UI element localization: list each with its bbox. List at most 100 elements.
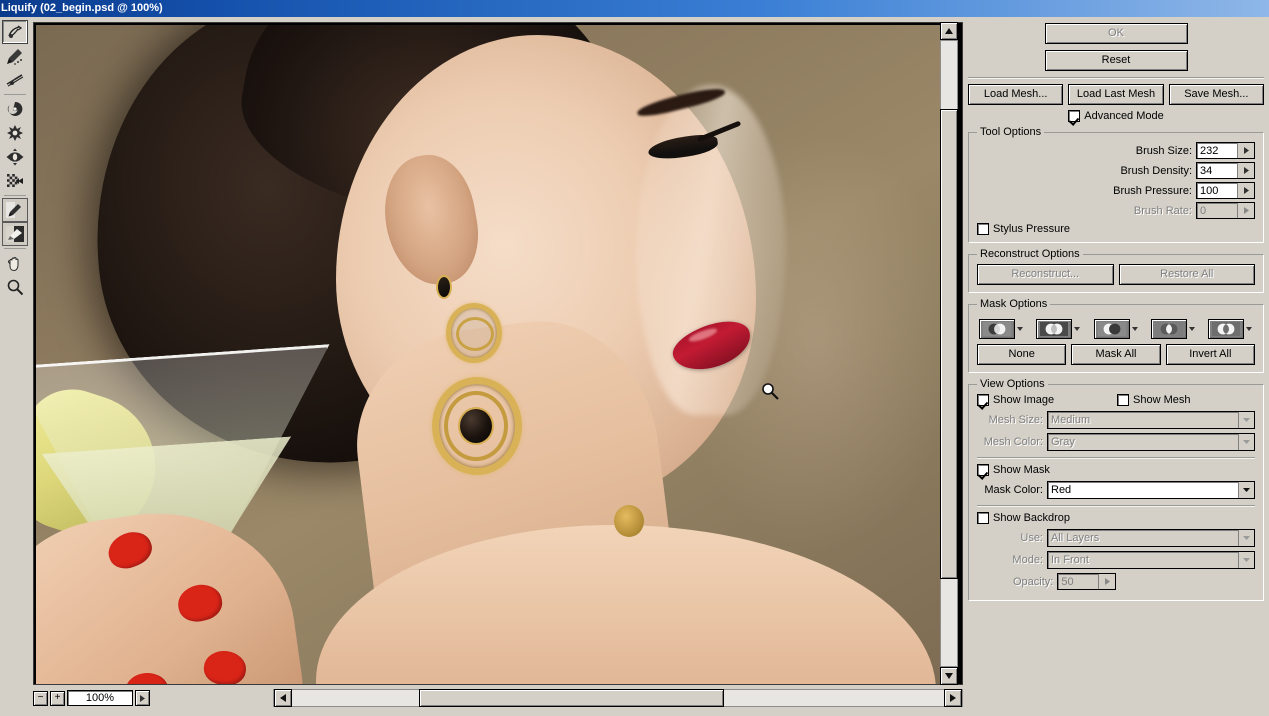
scroll-down-button[interactable]: [940, 667, 958, 685]
backdrop-mode-label: Mode:: [1012, 554, 1043, 566]
reconstruct-tool[interactable]: [2, 44, 28, 68]
caret-right-icon: [1243, 147, 1249, 154]
chevron-down-icon[interactable]: [1131, 325, 1139, 333]
show-mesh-checkbox[interactable]: [1117, 394, 1129, 406]
mask-all-button[interactable]: Mask All: [1071, 344, 1161, 365]
liquify-preview-image: [36, 25, 944, 684]
load-last-mesh-button[interactable]: Load Last Mesh: [1068, 84, 1164, 105]
mesh-buttons-row: Load Mesh... Load Last Mesh Save Mesh...: [968, 84, 1264, 105]
chevron-down-icon[interactable]: [1188, 325, 1196, 333]
load-mesh-button[interactable]: Load Mesh...: [968, 84, 1064, 105]
mask-color-dropdown[interactable]: Red: [1047, 481, 1255, 499]
zoom-level-value[interactable]: 100%: [67, 690, 133, 706]
brush-density-spinner[interactable]: [1196, 162, 1255, 179]
backdrop-use-row: Use: All Layers: [977, 529, 1255, 547]
thaw-mask-tool[interactable]: [2, 222, 28, 246]
mask-add-to-selection-item[interactable]: [1036, 319, 1081, 339]
brush-size-spinner[interactable]: [1196, 142, 1255, 159]
chevron-down-icon[interactable]: [1245, 325, 1253, 333]
caret-right-icon: [1243, 167, 1249, 174]
show-image-checkbox[interactable]: [977, 394, 989, 406]
advanced-mode-row[interactable]: Advanced Mode: [968, 110, 1264, 122]
reset-button[interactable]: Reset: [1044, 50, 1188, 71]
scroll-left-button[interactable]: [274, 689, 292, 707]
twirl-smooth-tool[interactable]: [2, 68, 28, 92]
horizontal-scroll-thumb[interactable]: [419, 689, 724, 707]
push-left-icon: [7, 174, 23, 187]
chevron-down-icon: [1238, 412, 1254, 428]
zoom-tool[interactable]: [2, 275, 28, 299]
show-mask-checkbox[interactable]: [977, 464, 989, 476]
freeze-mask-tool[interactable]: [2, 198, 28, 222]
brush-density-arrow-button[interactable]: [1237, 163, 1254, 178]
mask-invert-selection-button[interactable]: [1208, 319, 1244, 339]
mask-subtract-from-selection-button[interactable]: [1093, 319, 1130, 339]
mask-invert-all-label: Invert All: [1189, 348, 1232, 360]
mask-add-to-selection-button[interactable]: [1036, 319, 1073, 339]
photo-earring-ring-upper-inner: [456, 317, 494, 351]
scroll-up-button[interactable]: [940, 22, 958, 40]
bloat-icon: [6, 148, 24, 166]
save-mesh-button[interactable]: Save Mesh...: [1168, 84, 1264, 105]
horizontal-scroll-track[interactable]: [273, 689, 963, 707]
hand-tool[interactable]: [2, 251, 28, 275]
chevron-down-icon[interactable]: [1238, 482, 1254, 498]
brush-density-input[interactable]: [1197, 163, 1237, 178]
photo-second-earring: [614, 505, 644, 537]
show-image-row[interactable]: Show Image: [977, 394, 1117, 406]
chevron-down-icon[interactable]: [1016, 325, 1024, 333]
caret-left-icon: [280, 694, 286, 702]
caret-right-icon: [140, 694, 145, 702]
brush-size-arrow-button[interactable]: [1237, 143, 1254, 158]
mask-intersect-with-selection-item[interactable]: [1150, 319, 1196, 339]
twirl-clockwise-tool[interactable]: [2, 97, 28, 121]
backdrop-opacity-input: [1058, 574, 1099, 589]
show-mask-row[interactable]: Show Mask: [977, 464, 1255, 476]
scroll-right-button[interactable]: [944, 689, 962, 707]
reset-label: Reset: [1101, 54, 1131, 66]
advanced-mode-checkbox[interactable]: [1068, 110, 1081, 122]
mask-none-button[interactable]: None: [977, 344, 1067, 365]
restore-all-button[interactable]: Restore All: [1118, 264, 1255, 285]
brush-pressure-input[interactable]: [1197, 183, 1237, 198]
mesh-color-value: Gray: [1051, 436, 1075, 448]
canvas-vertical-scrollbar[interactable]: [940, 22, 958, 685]
zoom-out-button[interactable]: −: [33, 690, 48, 706]
mask-replace-selection-item[interactable]: [979, 319, 1024, 339]
reconstruct-brush-icon: [7, 49, 22, 65]
pucker-tool[interactable]: [2, 121, 28, 145]
dialog-work-area: − + 100% OK Reset Load Mesh... Load Last…: [0, 17, 1269, 716]
mask-invert-selection-item[interactable]: [1208, 319, 1253, 339]
backdrop-use-value: All Layers: [1051, 532, 1100, 544]
brush-size-input[interactable]: [1197, 143, 1237, 158]
push-left-tool[interactable]: [2, 169, 28, 193]
brush-pressure-spinner[interactable]: [1196, 182, 1255, 199]
show-backdrop-row[interactable]: Show Backdrop: [977, 512, 1255, 524]
show-mesh-row[interactable]: Show Mesh: [1117, 394, 1190, 406]
reconstruct-options-legend: Reconstruct Options: [980, 248, 1080, 260]
image-preview-canvas[interactable]: [33, 22, 963, 685]
vertical-scroll-thumb[interactable]: [940, 109, 958, 579]
forward-warp-tool[interactable]: [2, 20, 28, 44]
mask-color-row: Mask Color: Red: [977, 481, 1255, 499]
mask-all-label: Mask All: [1095, 348, 1137, 360]
mask-intersect-with-selection-button[interactable]: [1150, 319, 1187, 339]
chevron-down-icon[interactable]: [1073, 325, 1081, 333]
zoom-in-button[interactable]: +: [50, 690, 65, 706]
ok-button[interactable]: OK: [1044, 23, 1188, 44]
zoom-level-dropdown-button[interactable]: [135, 690, 150, 706]
reconstruct-button[interactable]: Reconstruct...: [977, 264, 1114, 285]
stylus-pressure-row[interactable]: Stylus Pressure: [977, 223, 1255, 235]
stylus-pressure-label: Stylus Pressure: [993, 223, 1071, 235]
backdrop-opacity-row: Opacity:: [1013, 573, 1255, 590]
mask-replace-selection-button[interactable]: [979, 319, 1015, 339]
mask-subtract-from-selection-item[interactable]: [1093, 319, 1139, 339]
mask-options-group: Mask Options None Mask All Invert All: [968, 298, 1264, 373]
stylus-pressure-checkbox[interactable]: [977, 223, 989, 235]
mask-invert-all-button[interactable]: Invert All: [1165, 344, 1255, 365]
caret-right-icon: [1104, 578, 1110, 585]
brush-pressure-arrow-button[interactable]: [1237, 183, 1254, 198]
show-backdrop-checkbox[interactable]: [977, 512, 989, 524]
vertical-scroll-track[interactable]: [940, 40, 958, 667]
bloat-tool[interactable]: [2, 145, 28, 169]
